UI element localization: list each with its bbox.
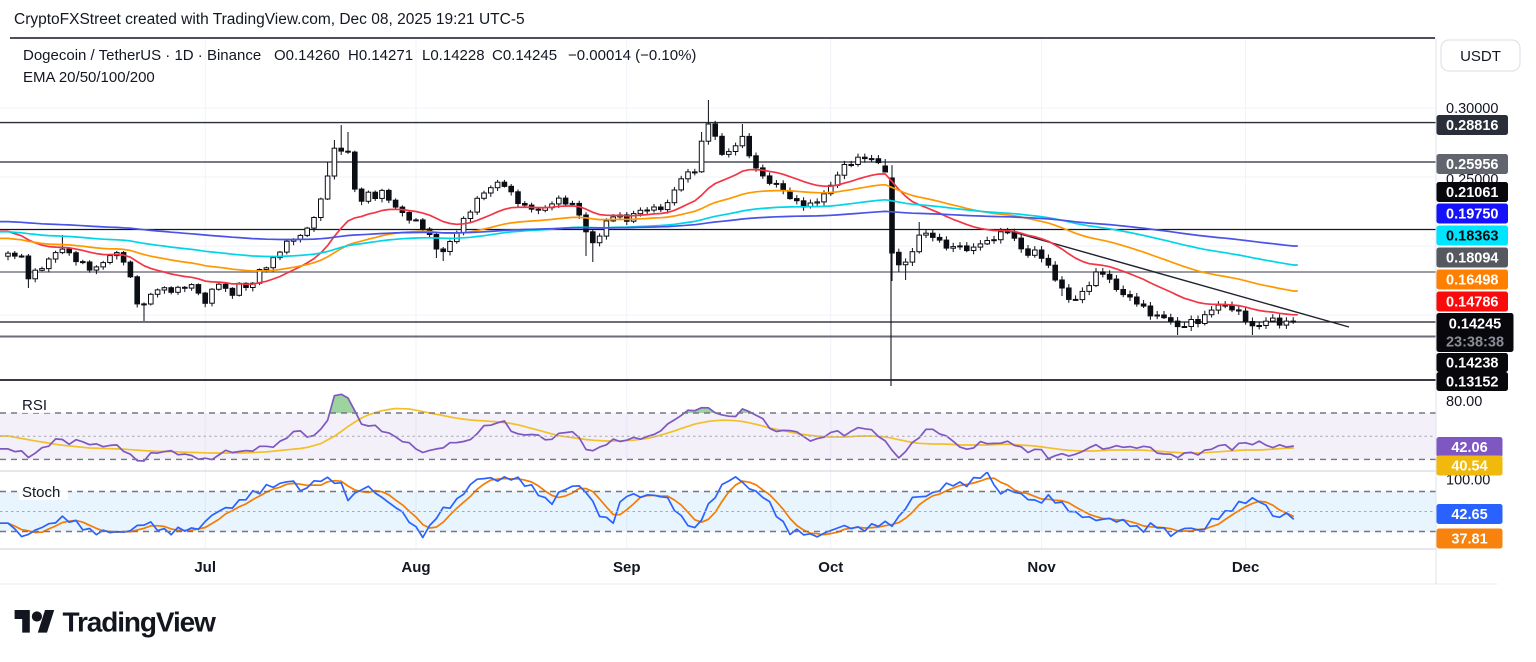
svg-text:O0.14260: O0.14260 <box>274 47 340 64</box>
svg-text:Jul: Jul <box>194 559 216 576</box>
svg-text:23:38:38: 23:38:38 <box>1446 335 1504 351</box>
svg-text:RSI: RSI <box>22 397 47 414</box>
svg-text:0.30000: 0.30000 <box>1446 101 1498 117</box>
svg-text:0.16498: 0.16498 <box>1446 273 1498 289</box>
svg-text:C0.14245: C0.14245 <box>492 47 557 64</box>
svg-text:L0.14228: L0.14228 <box>422 47 485 64</box>
svg-text:0.18094: 0.18094 <box>1446 251 1498 267</box>
svg-text:Dec: Dec <box>1232 559 1260 576</box>
svg-text:0.18363: 0.18363 <box>1446 229 1498 245</box>
svg-text:42.06: 42.06 <box>1451 440 1487 456</box>
svg-text:0.25956: 0.25956 <box>1446 157 1498 173</box>
svg-text:40.54: 40.54 <box>1451 459 1487 475</box>
svg-text:0.19750: 0.19750 <box>1446 207 1498 223</box>
svg-text:H0.14271: H0.14271 <box>348 47 413 64</box>
svg-text:80.00: 80.00 <box>1446 394 1482 410</box>
svg-text:0.14786: 0.14786 <box>1446 295 1498 311</box>
svg-text:Aug: Aug <box>401 559 430 576</box>
svg-text:Oct: Oct <box>818 559 843 576</box>
svg-text:0.14238: 0.14238 <box>1446 356 1498 372</box>
svg-text:0.28816: 0.28816 <box>1446 118 1498 134</box>
svg-text:Nov: Nov <box>1027 559 1056 576</box>
svg-text:TradingView: TradingView <box>63 607 217 638</box>
svg-text:CryptoFXStreet created with Tr: CryptoFXStreet created with TradingView.… <box>14 11 525 28</box>
svg-text:0.14245: 0.14245 <box>1449 317 1501 333</box>
svg-text:37.81: 37.81 <box>1451 532 1487 548</box>
svg-text:USDT: USDT <box>1460 48 1501 65</box>
svg-text:42.65: 42.65 <box>1451 507 1487 523</box>
svg-text:EMA 20/50/100/200: EMA 20/50/100/200 <box>23 69 155 86</box>
svg-text:0.21061: 0.21061 <box>1446 185 1498 201</box>
svg-text:Sep: Sep <box>613 559 641 576</box>
svg-text:Stoch: Stoch <box>22 484 60 501</box>
svg-text:−0.00014 (−0.10%): −0.00014 (−0.10%) <box>568 47 696 64</box>
svg-text:0.13152: 0.13152 <box>1446 375 1498 391</box>
svg-text:Dogecoin / TetherUS · 1D · Bin: Dogecoin / TetherUS · 1D · Binance <box>23 47 261 64</box>
